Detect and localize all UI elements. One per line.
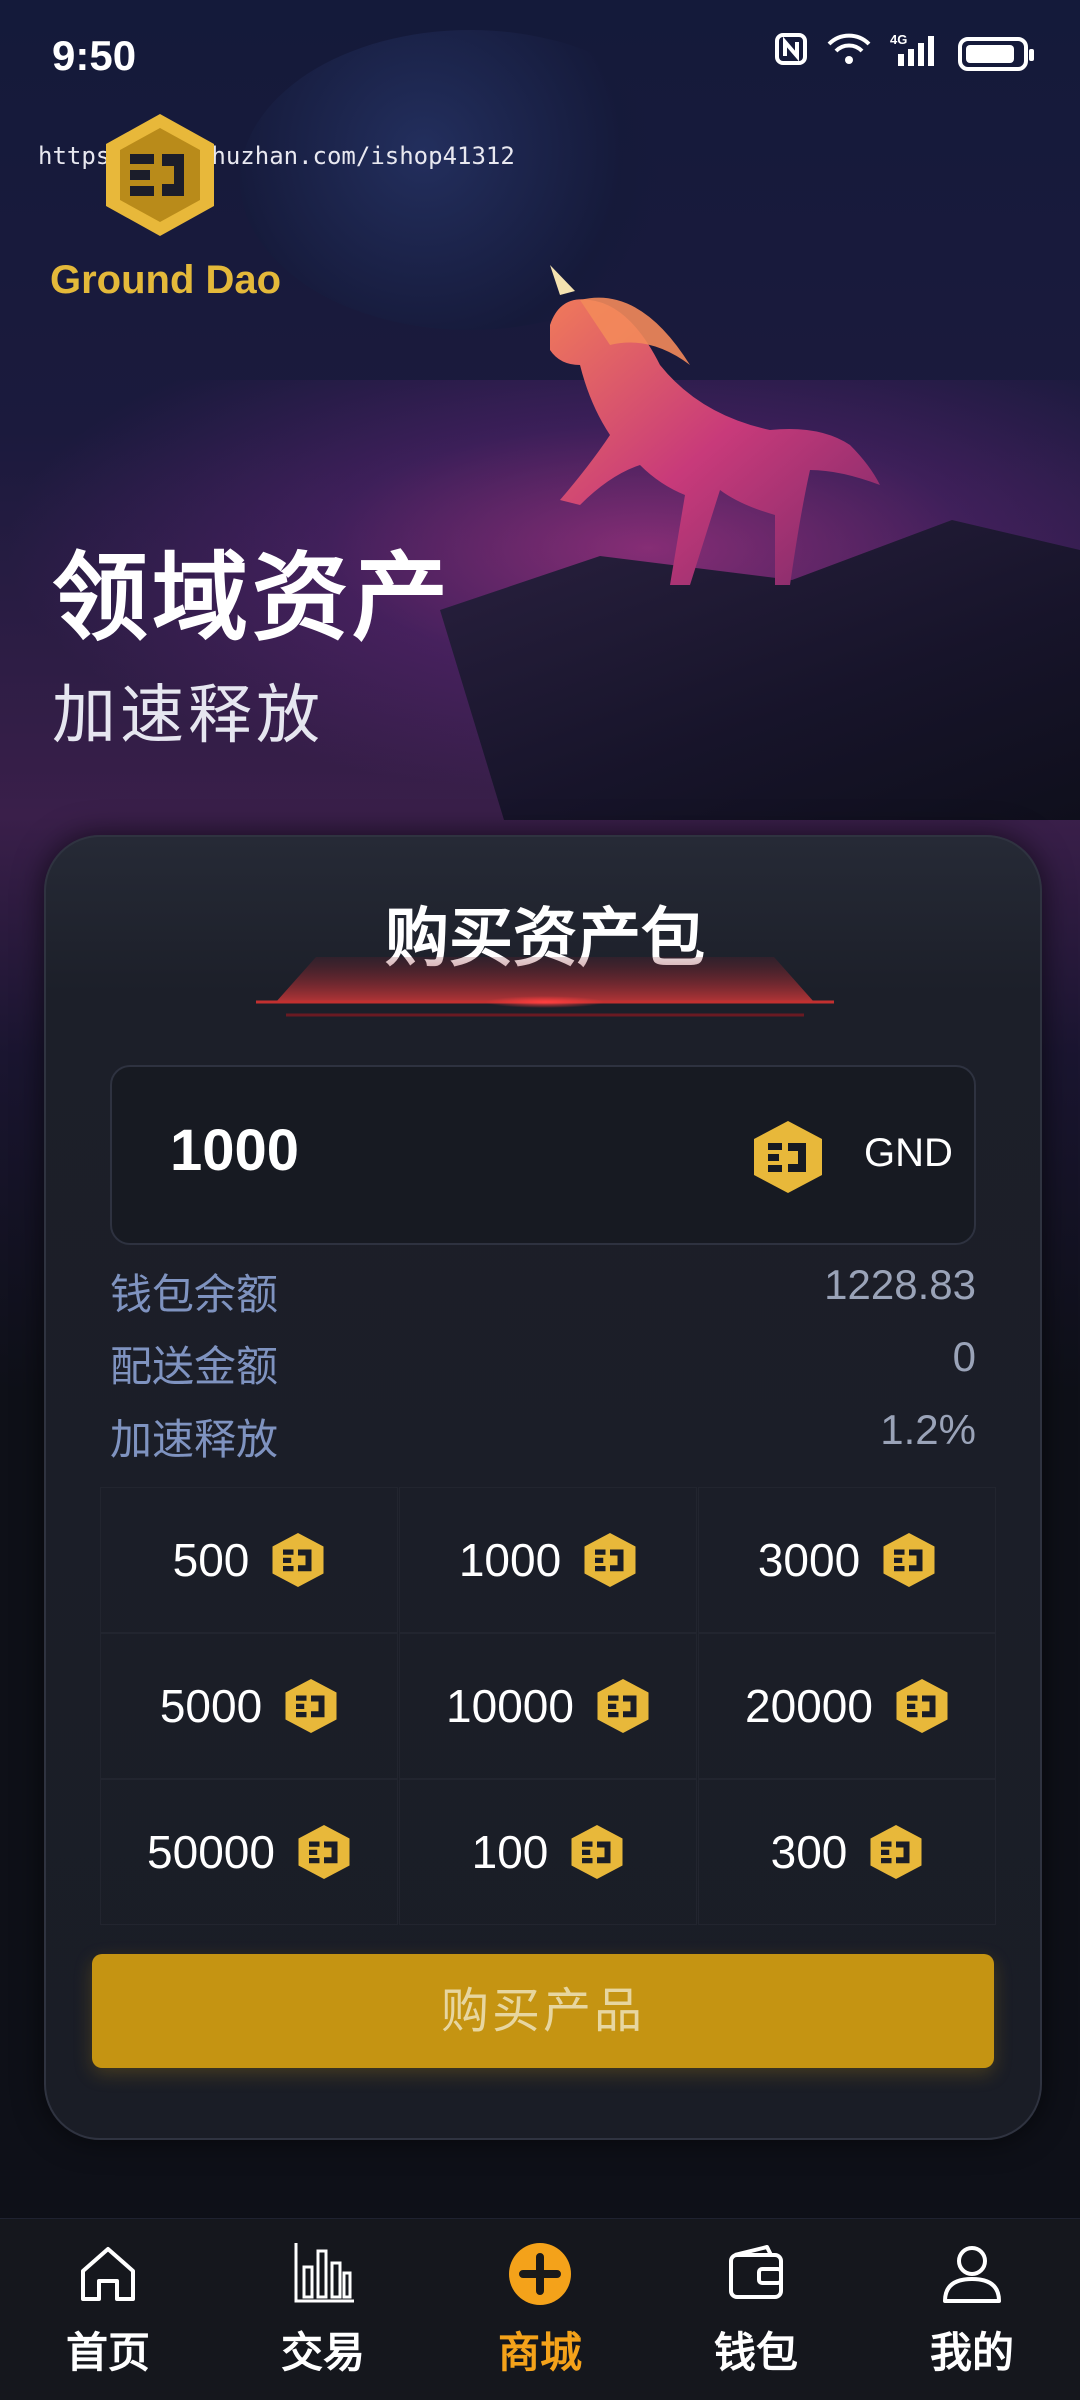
gnd-coin-icon — [883, 1533, 935, 1587]
purchase-card: 购买资产包 1000 GND 钱包余额 1228.83 配送金额 0 加速释放 … — [44, 835, 1042, 2140]
unicorn-illustration — [550, 265, 880, 585]
title-glow-decoration — [256, 957, 834, 1017]
info-label: 加速释放 — [110, 1415, 279, 1464]
page-subtitle: 加速释放 — [52, 679, 324, 753]
package-option[interactable]: 5000 — [100, 1633, 398, 1779]
delivery-amount-row: 配送金额 0 — [110, 1333, 976, 1393]
brand-name: Ground Dao — [50, 258, 282, 302]
amount-unit: GND — [864, 1131, 953, 1175]
gnd-coin-icon — [272, 1533, 324, 1587]
release-rate-row: 加速释放 1.2% — [110, 1406, 976, 1466]
gnd-coin-icon — [571, 1825, 623, 1879]
gnd-coin-icon — [298, 1825, 350, 1879]
hero-banner: https://www.huzhan.com/ishop41312 Ground… — [0, 0, 1080, 840]
package-option[interactable]: 100 — [399, 1779, 697, 1925]
bottom-nav: 首页 交易 商城 钱包 我的 — [0, 2218, 1080, 2400]
ground-dao-logo-icon — [106, 114, 214, 236]
amount-value[interactable]: 1000 — [170, 1117, 299, 1184]
nav-label: 首页 — [65, 2328, 150, 2377]
nav-label: 交易 — [280, 2328, 365, 2377]
package-amount: 100 — [471, 1826, 549, 1878]
package-amount: 1000 — [458, 1534, 562, 1586]
gnd-coin-icon — [754, 1121, 822, 1193]
package-option[interactable]: 1000 — [399, 1487, 697, 1633]
wallet-icon — [729, 2245, 783, 2299]
package-amount: 50000 — [147, 1826, 275, 1878]
package-amount: 300 — [770, 1826, 848, 1878]
app-screen: 9:50 4G https://www.huzhan.com/ishop4131… — [0, 0, 1080, 2400]
package-option[interactable]: 50000 — [100, 1779, 398, 1925]
package-amount: 5000 — [159, 1680, 263, 1732]
package-grid: 500 1000 3000 5000 10000 20000 50000 100… — [100, 1487, 996, 1925]
gnd-coin-icon — [285, 1679, 337, 1733]
gnd-coin-icon — [870, 1825, 922, 1879]
info-label: 钱包余额 — [110, 1270, 279, 1319]
info-label: 配送金额 — [110, 1342, 279, 1391]
amount-field[interactable]: 1000 GND — [110, 1065, 976, 1245]
gnd-coin-icon — [584, 1533, 636, 1587]
buy-product-button[interactable]: 购买产品 — [92, 1954, 994, 2068]
nav-label: 我的 — [929, 2328, 1014, 2377]
nav-item-mall[interactable]: 商城 — [460, 2239, 620, 2389]
package-option[interactable]: 20000 — [698, 1633, 996, 1779]
package-option[interactable]: 3000 — [698, 1487, 996, 1633]
nav-label: 钱包 — [713, 2328, 798, 2377]
package-amount: 20000 — [745, 1680, 873, 1732]
package-option[interactable]: 300 — [698, 1779, 996, 1925]
package-option[interactable]: 500 — [100, 1487, 398, 1633]
chart-icon — [294, 2243, 354, 2303]
nav-item-profile[interactable]: 我的 — [892, 2239, 1052, 2389]
wallet-balance-row: 钱包余额 1228.83 — [110, 1261, 976, 1321]
home-icon — [81, 2247, 135, 2301]
gnd-coin-icon — [597, 1679, 649, 1733]
nav-item-home[interactable]: 首页 — [28, 2239, 188, 2389]
info-value: 0 — [952, 1333, 976, 1380]
page-title: 领域资产 — [52, 542, 452, 654]
info-value: 1228.83 — [824, 1261, 976, 1308]
package-option[interactable]: 10000 — [399, 1633, 697, 1779]
package-amount: 10000 — [446, 1680, 574, 1732]
user-icon — [943, 2246, 1001, 2303]
nav-item-trade[interactable]: 交易 — [243, 2239, 403, 2389]
package-amount: 500 — [172, 1534, 250, 1586]
nav-label: 商城 — [497, 2328, 582, 2377]
nav-item-wallet[interactable]: 钱包 — [676, 2239, 836, 2389]
info-value: 1.2% — [880, 1406, 976, 1453]
package-amount: 3000 — [757, 1534, 861, 1586]
plus-circle-icon — [509, 2243, 571, 2305]
gnd-coin-icon — [896, 1679, 948, 1733]
